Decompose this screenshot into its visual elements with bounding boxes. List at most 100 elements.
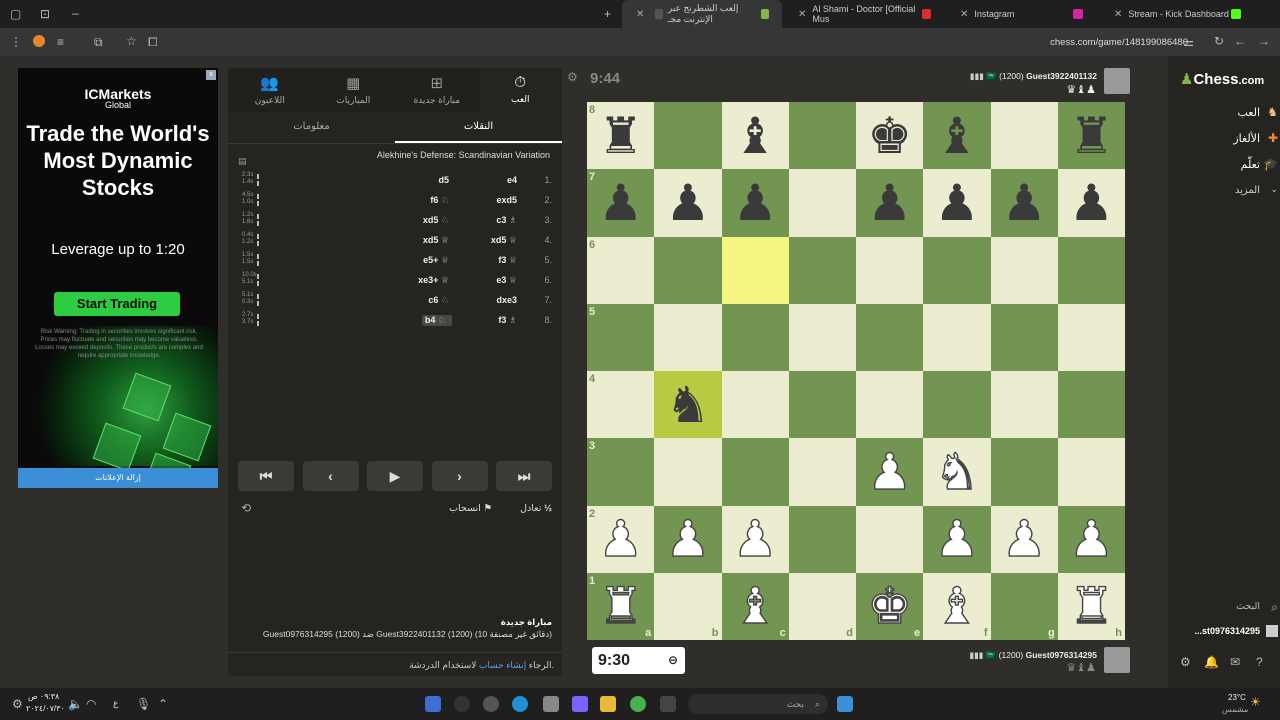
new-tab-icon[interactable]: + <box>604 8 611 20</box>
square-e1[interactable]: e ♚ <box>856 572 924 640</box>
terminal-icon[interactable] <box>660 696 676 712</box>
square-a8[interactable]: 8 ♜ <box>587 102 655 170</box>
square-b3[interactable] <box>654 438 722 506</box>
share-icon[interactable]: ⧠ <box>148 36 158 48</box>
square-a1[interactable]: 1 a ♜ <box>587 572 655 640</box>
chess-board[interactable]: 8 ♜ ♝ ♚ ♝ ♜ 7 ♟ ♟ ♟ ♟ ♟ ♟ ♟ 6 5 4 ♞ 3 ♟ ♞ 2 ♟ ♟ ♟ ♟ ♟ ♟ 1 a ♜ b c ♝ d e ♚ f ♝ g… <box>587 102 1125 640</box>
square-c3[interactable] <box>721 438 789 506</box>
tab-new-game[interactable]: ⊞ مباراة جديدة <box>395 68 479 112</box>
bookmark-icon[interactable]: ☆ <box>126 35 137 47</box>
workspaces-icon[interactable]: ⊡ <box>40 8 50 20</box>
vscode-icon[interactable] <box>572 696 588 712</box>
square-b4[interactable]: ♞ <box>654 371 722 439</box>
square-b8[interactable] <box>654 102 722 170</box>
square-e4[interactable] <box>856 371 924 439</box>
store-icon[interactable] <box>425 696 441 712</box>
next-move-button[interactable]: › <box>431 461 488 491</box>
square-c2[interactable]: ♟ <box>721 505 789 573</box>
square-g1[interactable]: g <box>990 572 1058 640</box>
github-icon[interactable] <box>454 696 470 712</box>
extensions-icon[interactable]: ⧉ <box>94 36 103 48</box>
white-move[interactable]: f3 ♗ <box>498 315 520 326</box>
white-move[interactable]: c3 ♗ <box>496 215 520 226</box>
square-d2[interactable] <box>788 505 856 573</box>
black-move[interactable]: xd5 ♘ <box>423 215 452 226</box>
square-f4[interactable] <box>923 371 991 439</box>
volume-icon[interactable]: 🔈 <box>68 698 83 710</box>
reload-icon[interactable]: ↻ <box>1214 35 1224 47</box>
history-icon[interactable]: ≡ <box>57 36 64 48</box>
square-a2[interactable]: 2 ♟ <box>587 505 655 573</box>
draw-button[interactable]: تعادل ½ <box>520 503 552 514</box>
white-pawn-icon[interactable]: ♟ <box>665 513 711 564</box>
square-e2[interactable] <box>856 505 924 573</box>
gear-icon[interactable]: ⚙ <box>1180 656 1191 668</box>
opponent-name[interactable]: Guest3922401132 <box>1026 71 1097 81</box>
tab-youtube[interactable]: ✕ Al Shami - Doctor [Official Mus <box>784 0 944 28</box>
square-h6[interactable] <box>1057 236 1125 304</box>
square-e3[interactable]: ♟ <box>856 438 924 506</box>
search-link[interactable]: البحث ⌕ <box>1236 600 1278 614</box>
white-move[interactable]: xd5 ♕ <box>491 235 520 246</box>
black-move[interactable]: e5+ ♕ <box>423 255 452 266</box>
white-pawn-icon[interactable]: ♟ <box>1001 513 1047 564</box>
resign-button[interactable]: انسحاب ⚑ <box>449 503 492 514</box>
square-b7[interactable]: ♟ <box>654 169 722 237</box>
white-rook-icon[interactable]: ♜ <box>1068 581 1114 632</box>
square-a6[interactable]: 6 <box>587 236 655 304</box>
black-pawn-icon[interactable]: ♟ <box>733 178 778 228</box>
square-d4[interactable] <box>788 371 856 439</box>
black-pawn-icon[interactable]: ♟ <box>1002 178 1047 228</box>
square-h7[interactable]: ♟ <box>1057 169 1125 237</box>
white-move[interactable]: f3 ♕ <box>498 255 520 266</box>
mic-icon[interactable]: 🎙 <box>136 698 151 710</box>
black-pawn-icon[interactable]: ♟ <box>665 178 710 228</box>
tab-play[interactable]: ⏱ العب <box>478 68 562 112</box>
flip-board-icon[interactable]: ⟲ <box>241 501 251 515</box>
language-indicator[interactable]: ع <box>113 698 118 709</box>
square-h5[interactable] <box>1057 303 1125 371</box>
square-f2[interactable]: ♟ <box>923 505 991 573</box>
square-a4[interactable]: 4 <box>587 371 655 439</box>
white-king-icon[interactable]: ♚ <box>867 581 913 632</box>
white-move[interactable]: e4 <box>507 175 520 185</box>
square-d5[interactable] <box>788 303 856 371</box>
nav-learn[interactable]: تعلّم 🎓 <box>1241 157 1278 171</box>
start-icon[interactable] <box>837 696 853 712</box>
square-e5[interactable] <box>856 303 924 371</box>
white-rook-icon[interactable]: ♜ <box>598 581 644 632</box>
square-d7[interactable] <box>788 169 856 237</box>
menu-dots-icon[interactable]: ⋮ <box>10 36 22 48</box>
white-bishop-icon[interactable]: ♝ <box>732 581 778 632</box>
book-icon[interactable]: ▤ <box>238 150 247 172</box>
white-move[interactable]: exd5 <box>496 195 520 205</box>
bell-icon[interactable]: 🔔 <box>1204 656 1219 668</box>
app-icon[interactable] <box>543 696 559 712</box>
square-e7[interactable]: ♟ <box>856 169 924 237</box>
forward-icon[interactable]: → <box>1258 35 1270 47</box>
square-f6[interactable] <box>923 236 991 304</box>
square-f8[interactable]: ♝ <box>923 102 991 170</box>
nav-play[interactable]: العب ♞ <box>1237 105 1278 119</box>
square-g6[interactable] <box>990 236 1058 304</box>
square-a7[interactable]: 7 ♟ <box>587 169 655 237</box>
black-rook-icon[interactable]: ♜ <box>598 111 643 161</box>
user-profile-link[interactable]: ...st0976314295 <box>1194 625 1278 637</box>
chesscom-logo[interactable]: ♟Chess.com <box>1180 70 1264 88</box>
tab-chess[interactable]: ✕ إلعب الشطرنج عبر الإنترنت مجـ <box>622 0 782 28</box>
player-avatar[interactable] <box>1104 647 1130 673</box>
square-g8[interactable] <box>990 102 1058 170</box>
square-h2[interactable]: ♟ <box>1057 505 1125 573</box>
black-move[interactable]: xe3+ ♕ <box>418 275 452 286</box>
square-h3[interactable] <box>1057 438 1125 506</box>
square-h4[interactable] <box>1057 371 1125 439</box>
folder-icon[interactable] <box>600 696 616 712</box>
chrome-icon[interactable] <box>630 696 646 712</box>
square-f1[interactable]: f ♝ <box>923 572 991 640</box>
ad-choices-icon[interactable]: x <box>206 70 216 80</box>
white-pawn-icon[interactable]: ♟ <box>934 513 980 564</box>
black-rook-icon[interactable]: ♜ <box>1069 111 1114 161</box>
settings-gear-icon[interactable]: ⚙ <box>567 70 578 84</box>
black-move[interactable]: xd5 ♕ <box>423 235 452 246</box>
window-menu-icon[interactable]: ▢ <box>10 8 21 20</box>
